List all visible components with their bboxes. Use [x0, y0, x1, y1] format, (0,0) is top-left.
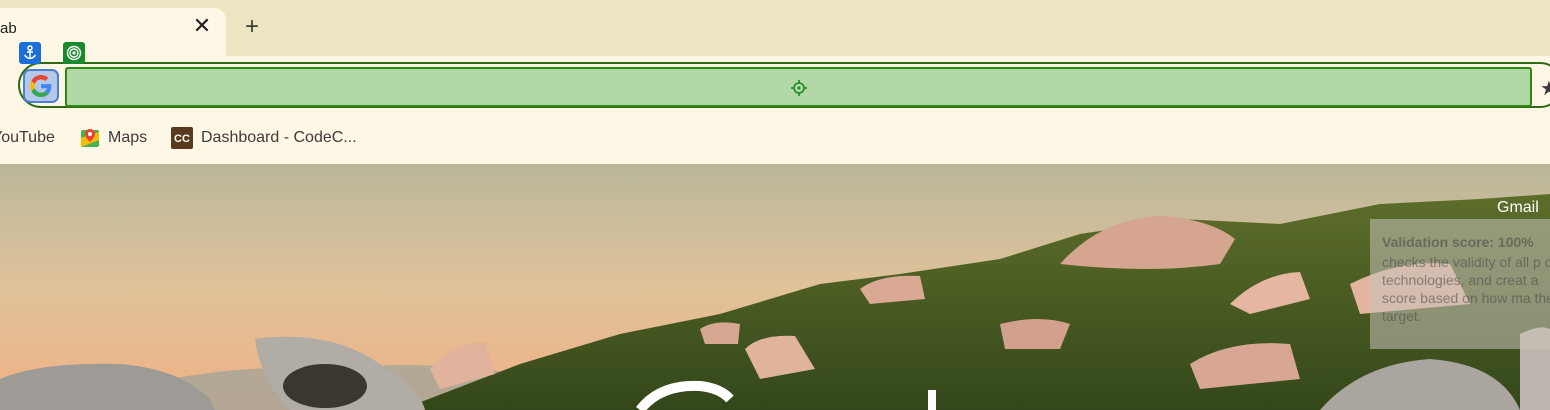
maps-icon	[80, 128, 100, 148]
target-svg	[66, 45, 82, 61]
gmail-link[interactable]: Gmail	[1497, 199, 1539, 217]
omnibox-container	[18, 62, 1550, 108]
bookmark-label: Maps	[108, 129, 148, 146]
svg-text:CC: CC	[174, 133, 190, 145]
browser-window: ab ✕ + ★ ouTube Maps CC Dashboard - Code…	[0, 0, 1550, 410]
validation-tooltip: Validation score: 100% checks the validi…	[1370, 219, 1550, 349]
new-tab-button[interactable]: +	[238, 14, 266, 42]
background-image	[0, 164, 1550, 410]
target-icon	[63, 42, 85, 64]
tab-strip: ab ✕ +	[0, 0, 1550, 56]
tooltip-heading: Validation score: 100%	[1382, 234, 1534, 250]
tab-title: ab	[0, 20, 17, 37]
anchor-svg	[23, 45, 37, 60]
codec-icon: CC	[171, 127, 193, 149]
crosshair-icon	[791, 80, 807, 96]
google-g-svg	[30, 75, 52, 97]
anchor-icon	[19, 42, 41, 64]
bookmark-star-icon[interactable]: ★	[1540, 76, 1550, 101]
bookmark-label: YouTube	[0, 129, 55, 146]
bookmark-label: Dashboard - CodeC...	[201, 129, 357, 146]
address-bar-input[interactable]	[65, 67, 1532, 107]
new-tab-page: Gmail Validation score: 100% checks the …	[0, 164, 1550, 410]
bookmark-youtube[interactable]: YouTube	[0, 126, 55, 150]
bookmark-maps[interactable]: Maps	[80, 126, 147, 150]
google-g-icon[interactable]	[23, 69, 59, 103]
toolbar: ★	[0, 56, 1550, 114]
tooltip-body: checks the validity of all p of technolo…	[1382, 254, 1550, 324]
bookmarks-bar: YouTube Maps CC Dashboard - CodeC...	[0, 114, 1550, 164]
bookmark-dashboard[interactable]: CC Dashboard - CodeC...	[171, 126, 357, 150]
tab-close-button[interactable]: ✕	[190, 14, 214, 38]
